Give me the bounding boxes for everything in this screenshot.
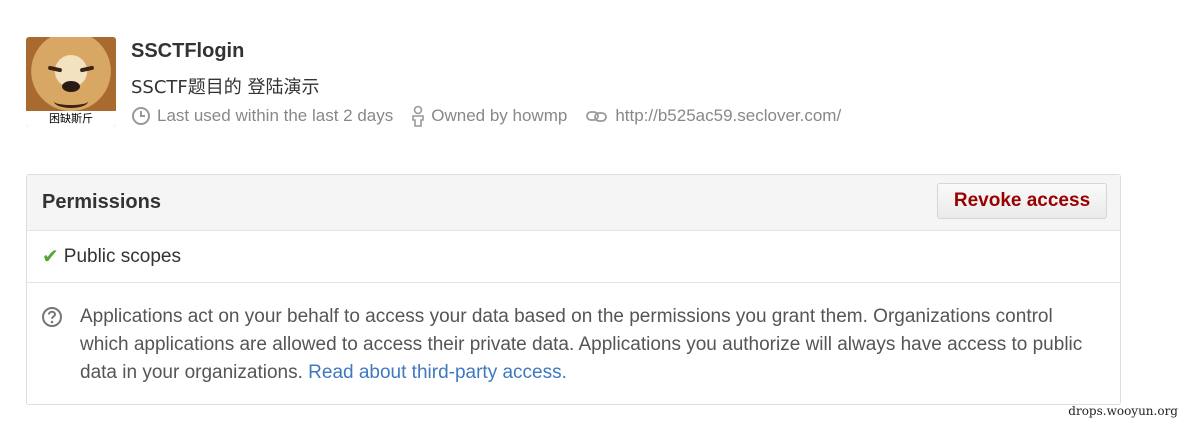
scopes-row: ✔ Public scopes (27, 231, 1120, 283)
link-icon (586, 111, 608, 122)
permissions-box: Permissions Revoke access ✔ Public scope… (26, 174, 1121, 405)
scope-label: Public scopes (63, 245, 181, 267)
avatar-eye-right (79, 65, 95, 73)
avatar-caption: 困缺斯斤 (26, 111, 116, 127)
permissions-header: Permissions Revoke access (27, 175, 1120, 231)
last-used-text: Last used within the last 2 days (157, 106, 394, 125)
owner-text: Owned by howmp (431, 106, 568, 125)
help-text: Applications act on your behalf to acces… (80, 303, 1090, 387)
avatar-nose (62, 81, 80, 92)
app-url-text[interactable]: http://b525ac59.seclover.com/ (615, 106, 841, 126)
avatar-mouth (54, 95, 88, 108)
watermark: drops.wooyun.org (1068, 404, 1178, 418)
last-used: Last used within the last 2 days (131, 106, 393, 126)
clock-icon (132, 107, 150, 125)
check-icon: ✔ (42, 246, 59, 268)
permissions-title: Permissions (42, 191, 161, 213)
app-name: SSCTFlogin (131, 40, 245, 62)
revoke-access-button[interactable]: Revoke access (937, 183, 1107, 219)
third-party-access-link[interactable]: Read about third-party access. (308, 362, 567, 383)
app-url: http://b525ac59.seclover.com/ (585, 106, 841, 126)
app-description: SSCTF题目的 登陆演示 (131, 77, 320, 98)
owner: Owned by howmp (411, 105, 567, 127)
avatar-eye-left (47, 65, 63, 73)
person-icon (412, 105, 425, 127)
help-body: Applications act on your behalf to acces… (80, 306, 1083, 383)
help-section: Applications act on your behalf to acces… (27, 283, 1120, 387)
question-icon (42, 307, 62, 327)
app-meta: Last used within the last 2 days Owned b… (131, 104, 859, 128)
app-avatar: 困缺斯斤 (26, 37, 116, 127)
